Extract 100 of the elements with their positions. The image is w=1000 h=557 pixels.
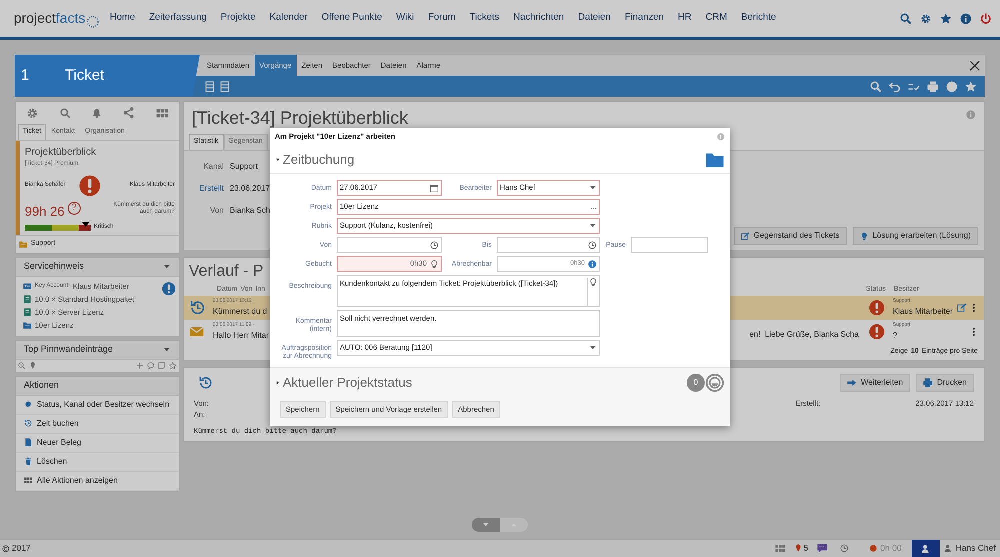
share-icon[interactable] [123,107,136,119]
action-button[interactable]: Gegenstand des Tickets [734,227,847,245]
copyright-icon [2,544,10,552]
alert-icon [162,282,176,296]
chat-icon[interactable] [816,543,828,554]
field-value: 23.06.2017 [230,182,270,194]
search-icon[interactable] [60,108,71,118]
owner-name: Klaus Mitarbeiter [893,306,954,318]
nav-link[interactable]: Kalender [270,11,308,26]
zoom-icon[interactable] [18,362,26,370]
nav-link[interactable]: Wiki [396,11,414,26]
nav-link[interactable]: Nachrichten [514,11,564,26]
nav-link[interactable]: Tickets [470,11,500,26]
list-icon[interactable] [219,80,231,92]
alert-icon [869,300,885,316]
action-item[interactable]: Zeit buchen [16,414,179,434]
time-field[interactable] [497,237,600,253]
channel-icon [19,240,28,249]
pin-icon[interactable] [29,362,37,370]
user-menu[interactable]: Hans Chef [940,542,1000,555]
alert-icon [869,324,885,340]
add-icon[interactable] [136,362,144,370]
entry-text: en! Liebe Grüße, Bianka Scha [750,329,859,341]
document-icon [24,438,33,447]
action-button[interactable]: Weiterleiten [840,374,910,392]
card-title: Projektüberblick [25,146,98,160]
nav-link[interactable]: HR [678,11,692,26]
note-icon[interactable] [158,362,166,370]
power-icon[interactable] [980,12,992,24]
caret-icon [589,184,597,192]
search-icon[interactable] [900,12,912,24]
field-label: Kanal [202,160,224,172]
logo: projectfacts [14,8,110,29]
help-badge[interactable]: ? [68,202,81,214]
input-field[interactable] [631,237,708,253]
nav-link[interactable]: Projekte [220,11,256,26]
clock-icon[interactable] [840,544,849,553]
user-icon [944,544,953,553]
grid-icon[interactable] [156,106,169,120]
trash-icon [24,457,33,466]
grid-icon [24,476,33,485]
printer-icon [923,378,934,388]
star-icon[interactable] [965,80,977,92]
search-icon[interactable] [870,80,882,92]
apps-icon[interactable] [774,543,786,554]
smiley-icon [705,372,725,393]
notifications-button[interactable]: 5 [794,542,809,555]
bell-icon[interactable] [90,107,103,119]
nav-link[interactable]: Berichte [741,11,776,26]
section-title: Servicehinweis [24,260,84,273]
section-toggle[interactable]: Aktueller Projektstatus [275,372,412,392]
entry-text: Hallo Herr Mitar [213,330,270,342]
nav-link[interactable]: Offene Punkte [322,11,382,26]
calendar-icon [430,184,439,192]
list-icon[interactable] [204,80,216,92]
nav-link[interactable]: Forum [428,11,456,26]
nav-link[interactable]: Dateien [578,11,611,26]
star-icon[interactable] [940,12,952,24]
action-item[interactable]: Löschen [16,452,179,472]
forward-icon [847,378,858,388]
field-label: Von [209,204,224,216]
printer-icon[interactable] [927,80,939,92]
section-title: Top Pinnwandeinträge [24,342,114,356]
bulb-icon [430,260,439,268]
action-button[interactable]: Drucken [916,374,974,392]
settings-icon[interactable] [26,106,40,120]
clock-icon [588,240,597,250]
history-icon [24,419,33,428]
nav-link[interactable]: Finanzen [624,11,664,26]
user-switch-button[interactable] [912,540,940,557]
field-label: Erstellt [198,182,224,194]
settings-icon[interactable] [920,12,932,24]
collapse-icon[interactable] [163,262,171,270]
history-icon [198,375,214,391]
nav-link[interactable]: Zeiterfassung [149,11,207,26]
elapsed-time: 99h 26 [25,202,65,220]
history-icon [189,299,207,317]
action-item[interactable]: Neuer Beleg [16,434,179,452]
owner-name: ? [893,330,898,342]
edit-icon[interactable] [957,303,967,313]
nav-link[interactable]: CRM [706,11,728,26]
action-button[interactable]: Lösung erarbeiten (Lösung) [852,227,978,245]
scroll-down-icon[interactable] [482,521,490,529]
star-icon[interactable] [169,362,177,370]
clock-icon [430,240,439,250]
action-item[interactable]: Alle Aktionen anzeigen [16,472,179,490]
action-item[interactable]: Status, Kanal oder Besitzer wechseln [16,396,179,414]
undo-icon[interactable] [889,80,901,92]
copyright-year: 2017 [12,542,31,555]
caret-icon [275,380,281,386]
pin-icon [794,544,803,553]
section-toggle[interactable]: Zeitbuchung [275,150,355,170]
bulb-icon [860,232,869,240]
caret-icon [275,156,281,162]
collapse-icon[interactable] [163,346,171,354]
user-icon [920,544,931,554]
nav-link[interactable]: Home [110,11,136,26]
bubble-icon[interactable] [147,362,155,370]
time-field[interactable] [337,237,442,253]
help-icon[interactable] [960,12,972,24]
